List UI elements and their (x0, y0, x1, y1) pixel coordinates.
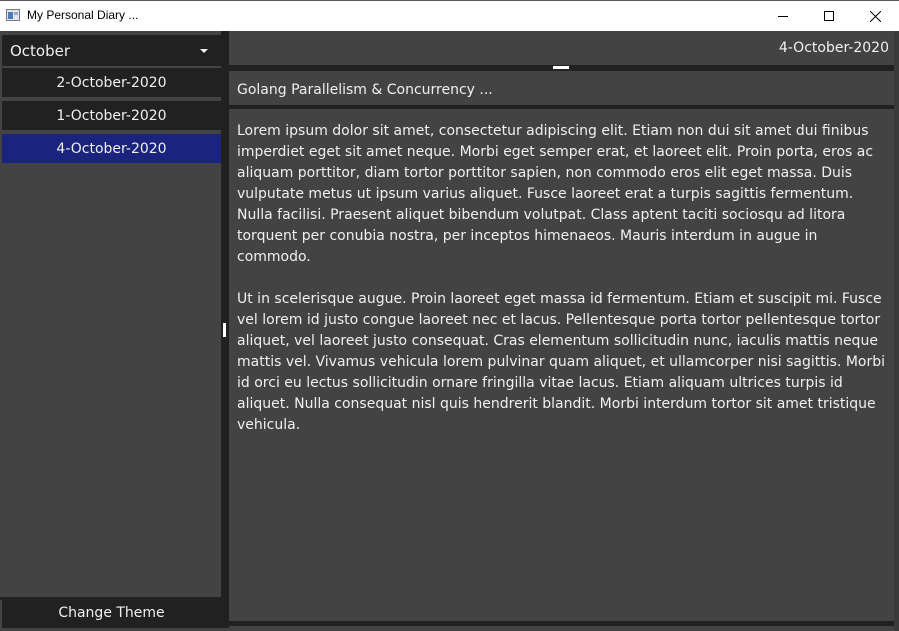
divider (229, 621, 894, 626)
entry-body-textarea[interactable]: Lorem ipsum dolor sit amet, consectetur … (229, 109, 894, 621)
entry-list-item[interactable]: 2-October-2020 (2, 68, 221, 97)
sidebar: October 2-October-2020 1-October-2020 4-… (0, 31, 221, 628)
app-icon (6, 9, 20, 21)
minimize-icon (778, 16, 788, 17)
entry-list: 2-October-2020 1-October-2020 4-October-… (2, 68, 221, 167)
entry-list-item-selected[interactable]: 4-October-2020 (2, 134, 221, 163)
close-button[interactable] (852, 1, 898, 31)
splitter-handle[interactable] (223, 323, 226, 337)
window-border (894, 31, 899, 631)
vertical-splitter[interactable] (221, 31, 229, 628)
change-theme-button[interactable]: Change Theme (2, 597, 221, 628)
entry-label: 2-October-2020 (56, 74, 167, 91)
entry-label: 1-October-2020 (56, 107, 167, 124)
entry-label: 4-October-2020 (56, 140, 167, 157)
entry-list-item[interactable]: 1-October-2020 (2, 101, 221, 130)
month-select[interactable]: October (2, 35, 221, 66)
entry-date: 4-October-2020 (778, 40, 889, 56)
editor-panel: 4-October-2020 Golang Parallelism & Conc… (229, 31, 894, 628)
title-bar: My Personal Diary ... (0, 0, 899, 31)
month-select-value: October (10, 41, 71, 60)
window-title: My Personal Diary ... (27, 8, 139, 22)
maximize-button[interactable] (806, 1, 852, 31)
chevron-down-icon (200, 49, 208, 53)
splitter-handle[interactable] (553, 66, 569, 69)
horizontal-splitter[interactable] (229, 65, 894, 71)
minimize-button[interactable] (760, 1, 806, 31)
entry-title-input[interactable]: Golang Parallelism & Concurrency ... (229, 75, 894, 105)
divider (0, 597, 229, 600)
maximize-icon (824, 11, 834, 21)
close-icon (869, 10, 881, 22)
